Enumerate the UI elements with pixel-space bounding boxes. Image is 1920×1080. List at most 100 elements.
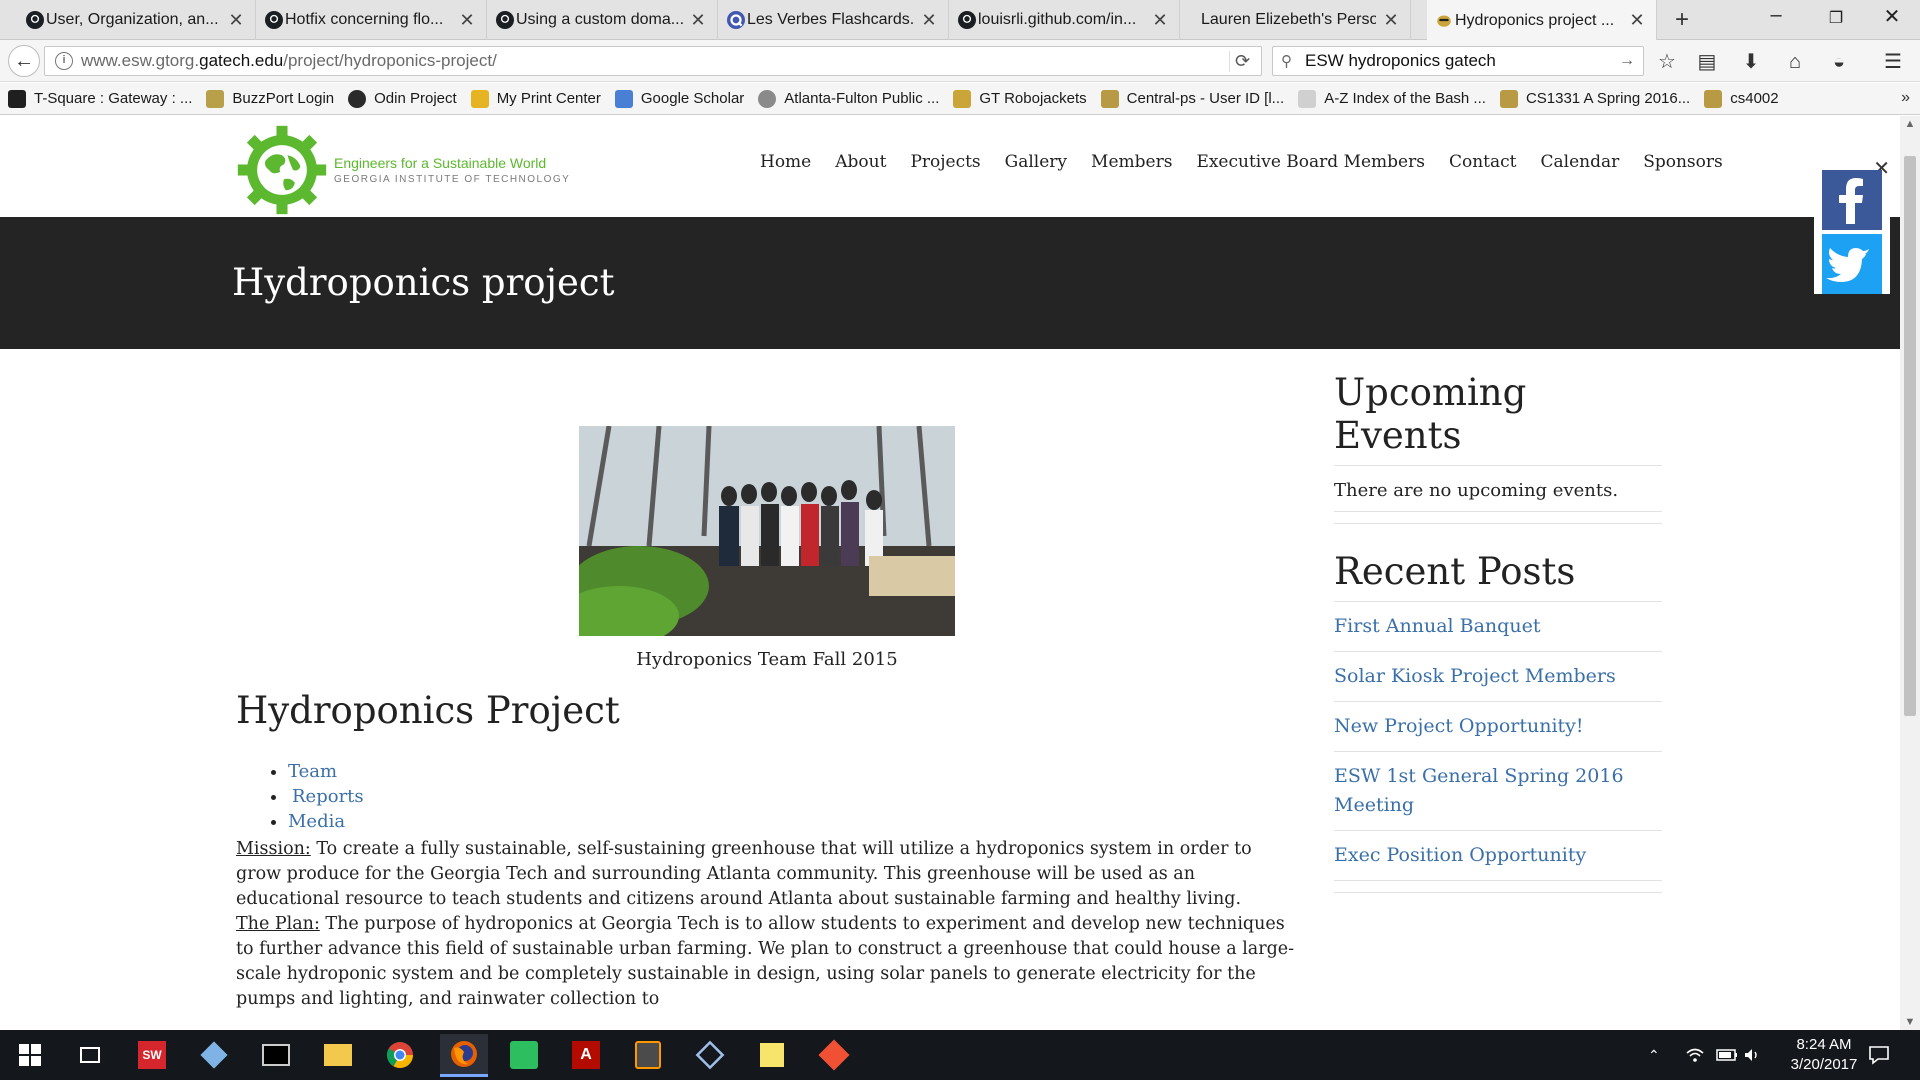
divider — [1334, 881, 1662, 893]
browser-tab[interactable]: User, Organization, an... ✕ — [18, 0, 256, 40]
post-link[interactable]: ESW 1st General Spring 2016 Meeting — [1334, 765, 1624, 816]
scroll-up-icon[interactable]: ▲ — [1900, 118, 1920, 130]
search-bar[interactable]: ⚲ ESW hydroponics gatech → — [1272, 46, 1644, 76]
new-tab-button[interactable]: + — [1668, 6, 1696, 34]
browser-tab[interactable]: Using a custom doma... ✕ — [488, 0, 718, 40]
scrollbar-thumb[interactable] — [1904, 156, 1916, 716]
recent-posts-list: First Annual Banquet Solar Kiosk Project… — [1334, 602, 1662, 881]
bookmark-label: Odin Project — [374, 90, 457, 107]
download-icon[interactable]: ⬇ — [1738, 49, 1764, 75]
bookmark-icon — [614, 89, 633, 108]
tab-title: Hotfix concerning flo... — [285, 11, 444, 28]
browser-tab[interactable]: Hotfix concerning flo... ✕ — [257, 0, 487, 40]
url-text[interactable]: www.esw.gtorg.gatech.edu/project/hydropo… — [81, 51, 1229, 71]
facebook-share-button[interactable] — [1822, 170, 1882, 230]
minimize-button[interactable]: – — [1746, 4, 1806, 27]
nav-sponsors[interactable]: Sponsors — [1643, 152, 1723, 172]
bookmark-item[interactable]: A-Z Index of the Bash ... — [1298, 89, 1486, 108]
post-link[interactable]: New Project Opportunity! — [1334, 715, 1584, 737]
bookmark-item[interactable]: Atlanta-Fulton Public ... — [758, 89, 939, 108]
page-scrollbar[interactable]: ▲ ▼ — [1900, 116, 1920, 1030]
taskbar-virtualbox[interactable] — [692, 1037, 728, 1073]
task-view-button[interactable] — [72, 1037, 108, 1073]
post-link[interactable]: First Annual Banquet — [1334, 615, 1540, 637]
team-link[interactable]: Team — [288, 761, 337, 782]
browser-tab[interactable]: louisrli.github.com/in... ✕ — [950, 0, 1180, 40]
close-icon[interactable]: ✕ — [227, 10, 245, 31]
bookmark-item[interactable]: GT Robojackets — [953, 89, 1087, 108]
restore-button[interactable]: ❐ — [1806, 8, 1866, 28]
chevron-up-icon[interactable]: ⌃ — [1648, 1030, 1660, 1080]
back-button[interactable]: ← — [8, 45, 40, 77]
taskbar-solidworks[interactable]: SW — [134, 1037, 170, 1073]
social-share-panel: ✕ — [1814, 158, 1890, 294]
nav-executive-board[interactable]: Executive Board Members — [1196, 152, 1425, 172]
nav-members[interactable]: Members — [1091, 152, 1172, 172]
taskbar-file-explorer[interactable] — [320, 1037, 356, 1073]
reload-icon[interactable]: ⟳ — [1229, 50, 1255, 72]
post-link[interactable]: Exec Position Opportunity — [1334, 844, 1586, 866]
volume-icon[interactable] — [1744, 1030, 1760, 1080]
library-icon[interactable]: ▤ — [1694, 49, 1720, 75]
twitter-share-button[interactable] — [1822, 234, 1882, 294]
nav-projects[interactable]: Projects — [910, 152, 980, 172]
firefox-icon — [451, 1041, 477, 1067]
system-clock[interactable]: 8:24 AM 3/20/2017 — [1764, 1035, 1884, 1075]
post-link[interactable]: Solar Kiosk Project Members — [1334, 665, 1616, 687]
taskbar-sublime[interactable] — [630, 1037, 666, 1073]
taskbar-acrobat[interactable]: A — [568, 1037, 604, 1073]
taskbar-evernote[interactable] — [506, 1037, 542, 1073]
taskbar-firefox[interactable] — [440, 1034, 488, 1077]
nav-calendar[interactable]: Calendar — [1540, 152, 1619, 172]
pocket-icon[interactable]: ◒ — [1826, 49, 1852, 75]
bookmark-item[interactable]: cs4002 — [1704, 89, 1779, 108]
browser-tab[interactable]: Lauren Elizebeth's Person... ✕ — [1181, 0, 1411, 40]
bookmark-item[interactable]: Google Scholar — [614, 89, 744, 108]
media-link[interactable]: Media — [288, 811, 345, 832]
tab-title: Hydroponics project ... — [1455, 11, 1615, 29]
action-center-icon[interactable] — [1868, 1030, 1890, 1080]
menu-icon[interactable]: ☰ — [1880, 49, 1906, 75]
taskbar-sticky-notes[interactable] — [754, 1037, 790, 1073]
close-icon[interactable]: ✕ — [920, 10, 938, 31]
start-button[interactable] — [12, 1037, 48, 1073]
chevron-right-icon[interactable]: » — [1901, 89, 1910, 107]
browser-tab-active[interactable]: Hydroponics project ... ✕ — [1427, 0, 1657, 41]
scroll-down-icon[interactable]: ▼ — [1900, 1016, 1920, 1028]
tab-title: louisrli.github.com/in... — [978, 11, 1137, 28]
github-icon — [958, 11, 976, 29]
close-icon[interactable]: ✕ — [1151, 10, 1169, 31]
nav-home[interactable]: Home — [760, 152, 811, 172]
bookmark-item[interactable]: CS1331 A Spring 2016... — [1499, 89, 1690, 108]
taskbar-terminal[interactable] — [258, 1037, 294, 1073]
info-icon[interactable]: i — [55, 52, 73, 70]
close-icon[interactable]: ✕ — [689, 10, 707, 31]
bookmark-item[interactable]: Central-ps - User ID [l... — [1100, 89, 1284, 108]
bookmark-icon — [8, 89, 26, 108]
bookmark-label: GT Robojackets — [979, 90, 1087, 107]
browser-tab[interactable]: Les Verbes Flashcards... ✕ — [719, 0, 949, 40]
bookmark-item[interactable]: BuzzPort Login — [206, 89, 334, 108]
battery-icon[interactable] — [1716, 1030, 1738, 1080]
close-icon[interactable]: ✕ — [458, 10, 476, 31]
nav-gallery[interactable]: Gallery — [1005, 152, 1067, 172]
star-icon[interactable]: ☆ — [1654, 49, 1680, 75]
close-icon[interactable]: ✕ — [1628, 10, 1646, 31]
wifi-icon[interactable] — [1686, 1030, 1704, 1080]
arrow-right-icon[interactable]: → — [1619, 52, 1643, 70]
search-input[interactable]: ESW hydroponics gatech — [1301, 51, 1619, 71]
close-icon[interactable]: ✕ — [1382, 10, 1400, 31]
nav-contact[interactable]: Contact — [1449, 152, 1517, 172]
taskbar-git[interactable] — [816, 1037, 852, 1073]
close-window-button[interactable]: ✕ — [1862, 4, 1920, 29]
bookmark-item[interactable]: T-Square : Gateway : ... — [8, 89, 192, 108]
bookmark-item[interactable]: My Print Center — [470, 89, 601, 108]
address-bar[interactable]: i www.esw.gtorg.gatech.edu/project/hydro… — [44, 46, 1262, 76]
taskbar-3d-app[interactable] — [196, 1037, 232, 1073]
home-icon[interactable]: ⌂ — [1782, 49, 1808, 75]
taskbar-chrome[interactable] — [382, 1037, 418, 1073]
bookmark-item[interactable]: Odin Project — [348, 89, 457, 108]
site-logo[interactable]: Engineers for a Sustainable World GEORGI… — [236, 124, 570, 216]
reports-link[interactable]: Reports — [292, 786, 364, 807]
nav-about[interactable]: About — [835, 152, 886, 172]
